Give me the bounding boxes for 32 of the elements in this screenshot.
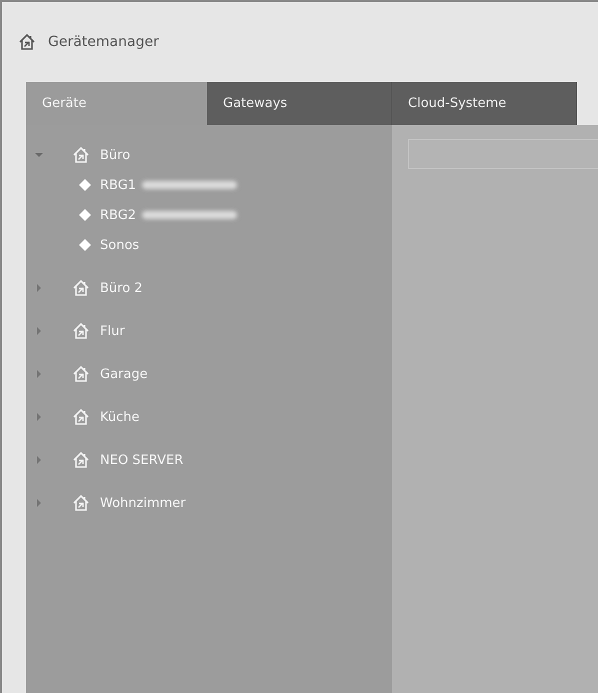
expand-caret-icon[interactable] [34,369,44,379]
house-icon [72,279,90,297]
device-icon [78,178,92,192]
expand-caret-icon[interactable] [34,455,44,465]
tree-item[interactable]: Wohnzimmer [100,496,186,510]
tab[interactable]: Gateways [207,82,392,125]
house-icon [72,408,90,426]
tree-item[interactable]: Flur [100,324,125,338]
tab[interactable]: Cloud-Systeme [392,82,577,125]
device-icon [78,208,92,222]
tree-item[interactable]: Sonos [100,238,140,252]
expand-caret-icon[interactable] [34,326,44,336]
tree-item[interactable]: RBG1 [100,178,136,192]
house-icon [72,146,90,164]
expand-caret-icon[interactable] [34,498,44,508]
window-title: Gerätemanager [48,34,159,50]
device-icon [78,238,92,252]
tree-item[interactable]: RBG2 [100,208,136,222]
house-icon [72,322,90,340]
expand-caret-icon[interactable] [34,283,44,293]
tree-item[interactable]: Küche [100,410,140,424]
house-icon [72,494,90,512]
tree-item[interactable]: NEO SERVER [100,452,184,468]
tree-item[interactable]: Garage [100,366,148,382]
expand-caret-icon[interactable] [34,412,44,422]
tree-item[interactable]: Büro [100,148,130,162]
house-icon [72,365,90,383]
tree-item[interactable]: Büro 2 [100,280,143,296]
collapse-caret-icon[interactable] [34,150,44,160]
tab[interactable]: Geräte [26,82,207,125]
house-icon [72,451,90,469]
app-icon [18,33,36,51]
